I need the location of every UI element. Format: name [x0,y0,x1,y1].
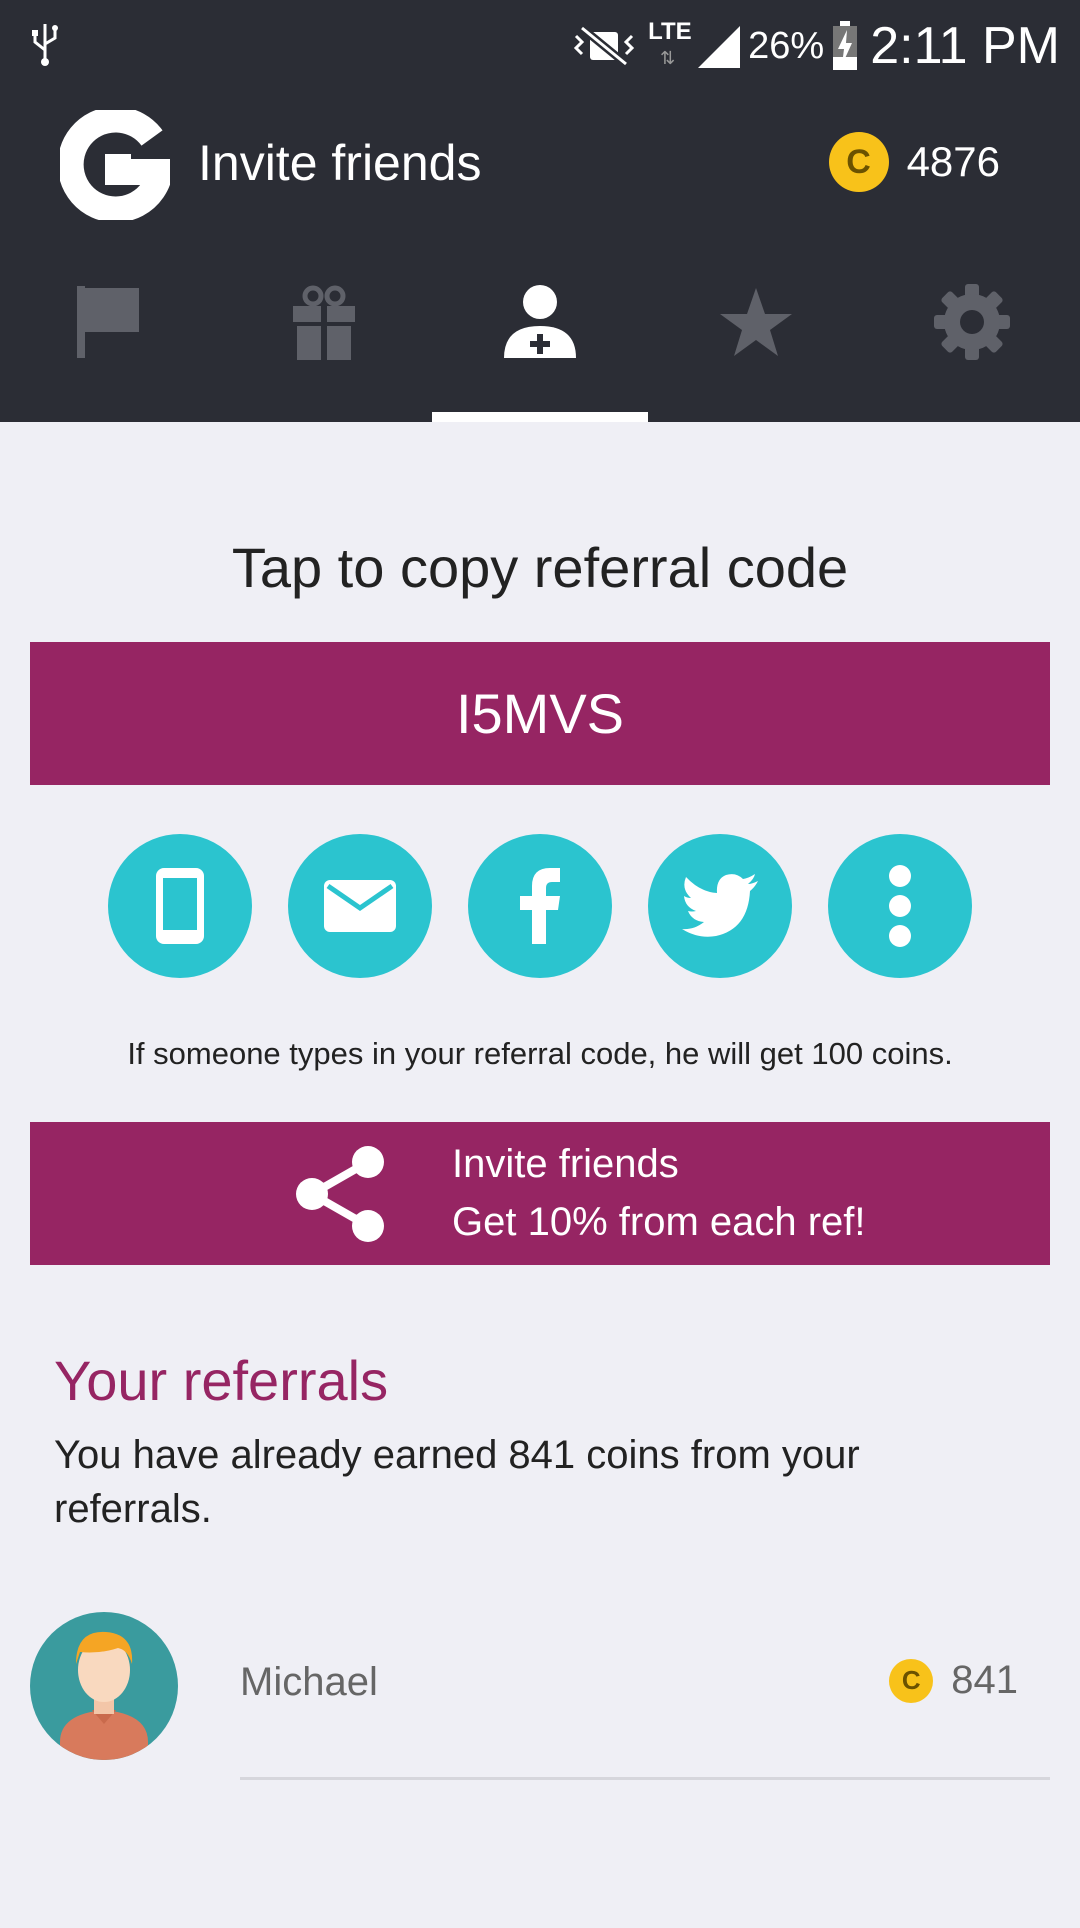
flag-icon [77,286,139,358]
clock: 2:11 PM [870,17,1060,75]
coin-icon: C [828,132,889,192]
referrals-description: You have already earned 841 coins from y… [54,1433,860,1531]
referral-hint: If someone types in your referral code, … [127,1036,953,1071]
coin-balance: C 4876 [828,132,1000,192]
battery-percent: 26% [748,24,825,67]
email-icon [324,880,396,932]
coin-icon: C [889,1658,934,1703]
share-facebook-button[interactable] [468,834,612,978]
invite-subtitle: Get 10% from each ref! [452,1200,866,1244]
copy-code-heading: Tap to copy referral code [231,536,849,599]
tab-favorites[interactable] [648,270,864,422]
share-icon [296,1146,384,1242]
page-title: Invite friends [198,135,482,191]
share-twitter-button[interactable] [648,834,792,978]
vibrate-mute-icon [574,24,635,68]
status-bar: LTE ⇅ 26% 2:11 PM [0,0,1080,92]
referrals-title: Your referrals [54,1349,389,1412]
tab-offers[interactable] [0,270,216,422]
star-icon [720,288,792,356]
referral-code-button[interactable]: I5MVS [30,642,1050,785]
network-type: LTE [648,18,692,45]
referral-coins: C 841 [889,1658,1018,1703]
twitter-icon [682,874,758,937]
tab-indicator [432,412,648,422]
facebook-icon [520,868,560,944]
app-bar: Invite friends C 4876 [0,92,1080,422]
person-avatar-icon [60,1631,148,1760]
coin-balance-value: 4876 [906,138,1000,185]
invite-title: Invite friends [452,1142,679,1186]
app-logo-icon [60,110,170,220]
tab-settings[interactable] [864,270,1080,422]
sms-icon [156,868,204,944]
gift-icon [293,285,355,360]
share-sms-button[interactable] [108,834,252,978]
share-options [108,834,972,978]
gear-icon [934,284,1010,360]
list-item[interactable]: Michael C 841 [0,1612,1080,1782]
invite-friends-button[interactable]: Invite friends Get 10% from each ref! [30,1122,1050,1265]
signal-icon [698,26,741,68]
more-icon [889,865,911,947]
referral-code: I5MVS [455,682,625,745]
avatar [30,1612,178,1760]
battery-charging-icon [833,21,858,70]
referral-name: Michael [240,1660,378,1704]
share-email-button[interactable] [288,834,432,978]
tab-invite[interactable] [432,270,648,422]
add-person-icon [504,285,576,358]
usb-icon [32,24,58,66]
share-more-button[interactable] [828,834,972,978]
tab-bar [0,270,1080,422]
network-indicator: LTE ⇅ [648,18,692,68]
divider [240,1777,1050,1780]
tab-rewards[interactable] [216,270,432,422]
referral-coins-value: 841 [951,1658,1018,1702]
